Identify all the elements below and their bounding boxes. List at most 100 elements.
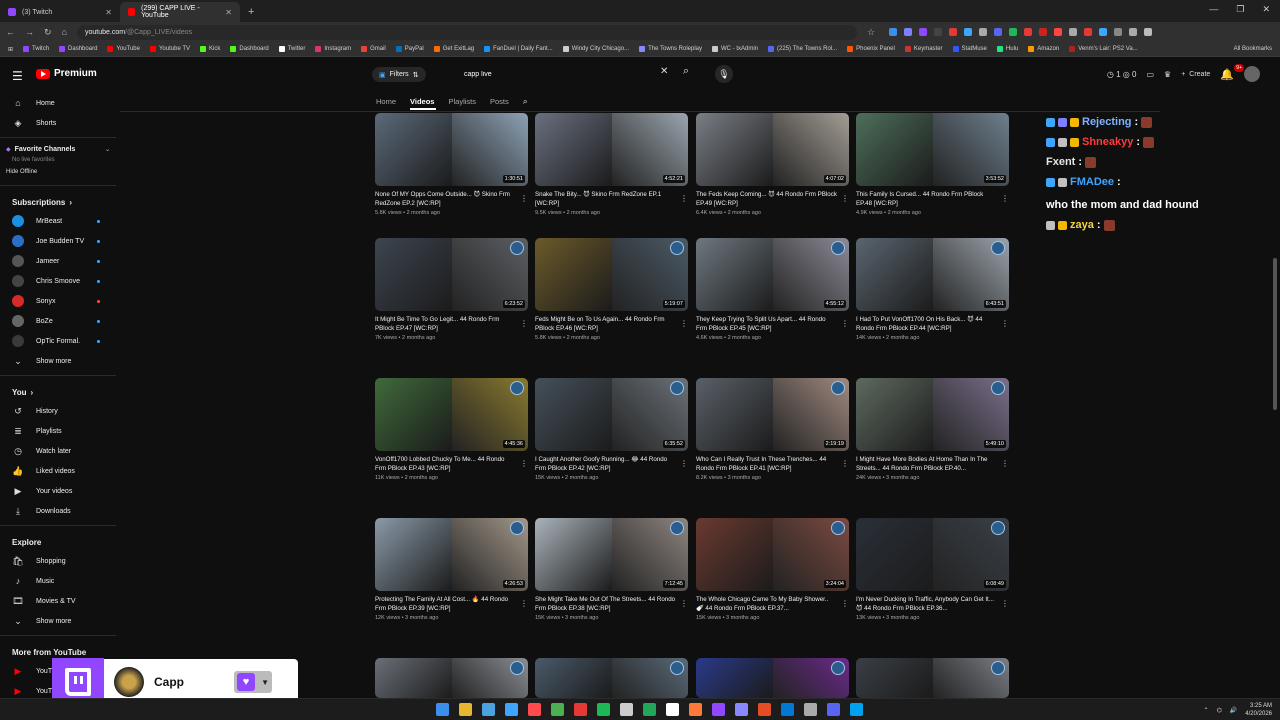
taskbar-app-icon[interactable] xyxy=(850,703,863,716)
cast-icon[interactable]: ▭ xyxy=(1146,70,1154,79)
clock[interactable]: 3:25 AM 4/20/2026 xyxy=(1245,702,1272,718)
close-tab-icon[interactable]: ✕ xyxy=(105,8,112,17)
extension-icon[interactable] xyxy=(1084,28,1093,36)
more-actions-icon[interactable]: ⋮ xyxy=(841,319,849,328)
bookmark-item[interactable]: Twitch xyxy=(23,46,49,52)
extension-icon[interactable] xyxy=(919,28,928,36)
video-card[interactable]: 4:45:36 VonOff1700 Lobbed Chucky To Me...… xyxy=(375,378,528,481)
channel-search-icon[interactable]: ⌕ xyxy=(523,96,528,107)
video-card[interactable] xyxy=(696,658,849,698)
taskbar-app-icon[interactable] xyxy=(597,703,610,716)
video-card[interactable]: 6:35:52 I Caught Another Goofy Running...… xyxy=(535,378,688,481)
browser-tab-youtube[interactable]: (299) CAPP LIVE - YouTube ✕ xyxy=(120,2,240,22)
more-actions-icon[interactable]: ⋮ xyxy=(520,599,528,608)
new-tab-button[interactable]: + xyxy=(240,6,262,22)
video-card[interactable] xyxy=(535,658,688,698)
create-button[interactable]: + Create xyxy=(1181,71,1210,78)
network-icon[interactable]: ⌬ xyxy=(1217,707,1222,714)
video-title[interactable]: She Might Take Me Out Of The Streets... … xyxy=(535,595,688,613)
video-thumbnail[interactable]: 2:19:19 xyxy=(696,378,849,451)
filters-button[interactable]: ▣ Filters ⇅ xyxy=(372,67,426,82)
taskbar-app-icon[interactable] xyxy=(528,703,541,716)
video-card[interactable]: 7:12:45 She Might Take Me Out Of The Stre… xyxy=(535,518,688,621)
all-bookmarks-button[interactable]: All Bookmarks xyxy=(1234,46,1272,52)
sidebar-item-subscription[interactable]: OpTic Formal. xyxy=(0,331,116,351)
back-icon[interactable]: ← xyxy=(6,27,15,37)
video-title[interactable]: I'm Never Ducking In Traffic, Anybody Ca… xyxy=(856,595,1009,613)
sidebar-item-history[interactable]: ↺ History xyxy=(0,401,116,421)
extension-stats-icon[interactable]: ◷ 1 ◎ 0 xyxy=(1107,70,1137,79)
home-icon[interactable]: ⌂ xyxy=(62,27,67,37)
sidebar-item-subscription[interactable]: Chris Smoove xyxy=(0,271,116,291)
video-thumbnail[interactable]: 7:12:45 xyxy=(535,518,688,591)
browser-tab-twitch[interactable]: (3) Twitch ✕ xyxy=(0,2,120,22)
bookmark-star-icon[interactable]: ☆ xyxy=(867,27,875,38)
extension-icon[interactable] xyxy=(1144,28,1153,36)
tab-playlists[interactable]: Playlists xyxy=(448,97,476,106)
tab-home[interactable]: Home xyxy=(376,97,396,106)
extension-icon[interactable] xyxy=(904,28,913,36)
sidebar-item-your-videos[interactable]: ▶ Your videos xyxy=(0,481,116,501)
microphone-icon[interactable]: 🎙 xyxy=(715,65,733,83)
url-field[interactable]: youtube.com/@Capp_LIVE/videos xyxy=(76,24,857,40)
maximize-icon[interactable]: ❐ xyxy=(1236,4,1244,15)
bookmark-item[interactable]: Venm's Lair: PS2 Va... xyxy=(1069,46,1138,52)
sidebar-item-shorts[interactable]: ◈ Shorts xyxy=(0,113,116,133)
video-thumbnail[interactable] xyxy=(696,658,849,698)
video-title[interactable]: VonOff1700 Lobbed Chucky To Me... 44 Ron… xyxy=(375,455,528,473)
video-title[interactable]: I Might Have More Bodies At Home Than In… xyxy=(856,455,1009,473)
video-thumbnail[interactable]: 4:45:36 xyxy=(375,378,528,451)
more-actions-icon[interactable]: ⋮ xyxy=(1001,599,1009,608)
video-title[interactable]: None Of MY Opps Come Outside... 😈 Skino … xyxy=(375,190,528,208)
reload-icon[interactable]: ↻ xyxy=(44,27,52,38)
close-window-icon[interactable]: ✕ xyxy=(1262,4,1270,15)
bookmark-item[interactable]: StatMuse xyxy=(952,46,987,52)
bookmark-item[interactable]: Windy City Chicago... xyxy=(562,46,629,52)
more-actions-icon[interactable]: ⋮ xyxy=(680,319,688,328)
page-scrollbar[interactable] xyxy=(1273,258,1277,410)
extension-icon[interactable] xyxy=(1069,28,1078,36)
taskbar-app-icon[interactable] xyxy=(689,703,702,716)
more-actions-icon[interactable]: ⋮ xyxy=(1001,459,1009,468)
sidebar-item-shopping[interactable]: 🛍 Shopping xyxy=(0,551,116,571)
video-card[interactable] xyxy=(856,658,1009,698)
bookmark-item[interactable]: Phoenix Panel xyxy=(847,46,895,52)
bookmark-item[interactable]: PayPal xyxy=(395,46,424,52)
bookmark-item[interactable]: FanDuel | Daily Fant... xyxy=(484,46,553,52)
video-card[interactable]: 6:23:52 It Might Be Time To Go Legit... 4… xyxy=(375,238,528,341)
video-thumbnail[interactable]: 3:53:52 xyxy=(856,113,1009,186)
sidebar-item-downloads[interactable]: ⤓ Downloads xyxy=(0,501,116,521)
taskbar-app-icon[interactable] xyxy=(758,703,771,716)
video-thumbnail[interactable]: 1:30:51 xyxy=(375,113,528,186)
video-title[interactable]: It Might Be Time To Go Legit... 44 Rondo… xyxy=(375,315,528,333)
bookmark-item[interactable]: (225) The Towns Rol... xyxy=(768,46,837,52)
more-actions-icon[interactable]: ⋮ xyxy=(841,459,849,468)
sidebar-item-subscription[interactable]: MrBeast xyxy=(0,211,116,231)
video-title[interactable]: Who Can I Really Trust In These Trenches… xyxy=(696,455,849,473)
video-title[interactable]: The Whole Chicago Came To My Baby Shower… xyxy=(696,595,849,613)
video-card[interactable]: 5:49:10 I Might Have More Bodies At Home … xyxy=(856,378,1009,481)
show-more-button[interactable]: ⌄ Show more xyxy=(0,611,116,631)
bookmark-item[interactable]: YouTube xyxy=(107,46,140,52)
bookmark-item[interactable]: Gmail xyxy=(361,46,386,52)
video-thumbnail[interactable]: 4:26:53 xyxy=(375,518,528,591)
sidebar-item-liked-videos[interactable]: 👍 Liked videos xyxy=(0,461,116,481)
more-actions-icon[interactable]: ⋮ xyxy=(680,599,688,608)
taskbar-app-icon[interactable] xyxy=(459,703,472,716)
forward-icon[interactable]: → xyxy=(25,27,34,37)
notifications-bell-icon[interactable]: 🔔 9+ xyxy=(1220,63,1244,81)
video-title[interactable]: I Had To Put VonOff1700 On His Back... 😈… xyxy=(856,315,1009,333)
taskbar-app-icon[interactable] xyxy=(505,703,518,716)
video-thumbnail[interactable]: 4:55:12 xyxy=(696,238,849,311)
more-actions-icon[interactable]: ⋮ xyxy=(680,194,688,203)
favorite-channels-header[interactable]: ◆ Favorite Channels ⌄ xyxy=(0,142,116,153)
video-title[interactable]: The Feds Keep Coming... 😈 44 Rondo Frm P… xyxy=(696,190,849,208)
more-actions-icon[interactable]: ⋮ xyxy=(680,459,688,468)
bookmark-item[interactable]: Youtube TV xyxy=(149,46,190,52)
extension-icon[interactable] xyxy=(1099,28,1108,36)
video-thumbnail[interactable] xyxy=(856,658,1009,698)
video-thumbnail[interactable]: 5:49:10 xyxy=(856,378,1009,451)
video-title[interactable]: I Caught Another Goofy Running... 😂 44 R… xyxy=(535,455,688,473)
more-actions-icon[interactable]: ⋮ xyxy=(1001,319,1009,328)
video-title[interactable]: Snake The Bity... 😈 Skino Frm RedZone EP… xyxy=(535,190,688,208)
